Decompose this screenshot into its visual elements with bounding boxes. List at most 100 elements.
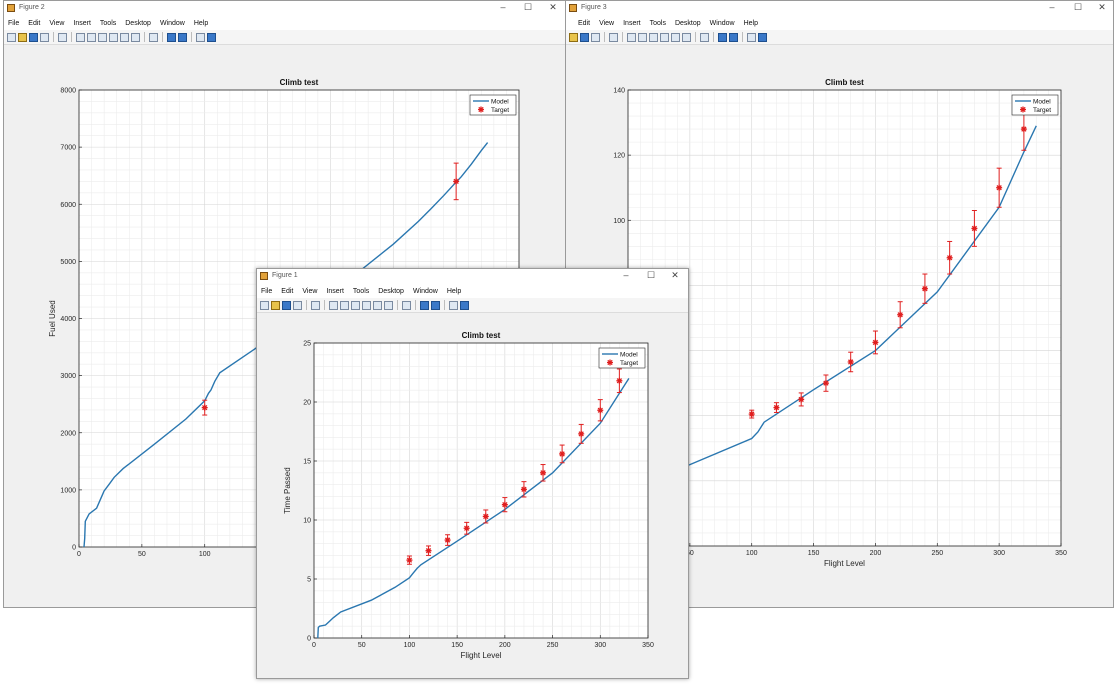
zoom-in-icon[interactable] xyxy=(329,300,338,310)
legend-icon[interactable] xyxy=(178,32,187,42)
colorbar-icon[interactable] xyxy=(420,300,429,310)
menu-tools[interactable]: Tools xyxy=(353,288,369,295)
minimize-icon[interactable]: – xyxy=(614,270,638,280)
rotate-icon[interactable] xyxy=(109,32,118,42)
show-plot-tools-icon[interactable] xyxy=(207,32,216,42)
menu-help[interactable]: Help xyxy=(194,20,208,27)
zoom-out-icon[interactable] xyxy=(340,300,349,310)
hide-plot-tools-icon[interactable] xyxy=(449,300,458,310)
close-icon[interactable]: ✕ xyxy=(663,270,687,281)
link-plot-icon[interactable] xyxy=(149,32,158,42)
colorbar-icon[interactable] xyxy=(718,32,727,42)
menu-insert[interactable]: Insert xyxy=(326,288,344,295)
data-cursor-icon[interactable] xyxy=(671,32,680,42)
menu-desktop[interactable]: Desktop xyxy=(378,288,404,295)
save-icon[interactable] xyxy=(282,300,291,310)
zoom-in-icon[interactable] xyxy=(627,32,636,42)
y-tick-label: 3000 xyxy=(60,373,76,380)
print-icon[interactable] xyxy=(293,300,302,310)
y-tick-label: 1000 xyxy=(60,487,76,494)
toolbar-separator xyxy=(713,32,714,42)
menu-tools[interactable]: Tools xyxy=(650,20,666,27)
rotate-icon[interactable] xyxy=(660,32,669,42)
menu-file[interactable]: File xyxy=(261,288,272,295)
zoom-out-icon[interactable] xyxy=(638,32,647,42)
show-plot-tools-icon[interactable] xyxy=(460,300,469,310)
menu-view[interactable]: View xyxy=(302,288,317,295)
y-tick-label: 10 xyxy=(303,518,311,525)
minimize-icon[interactable]: – xyxy=(491,2,515,12)
pan-icon[interactable] xyxy=(351,300,360,310)
pan-icon[interactable] xyxy=(98,32,107,42)
minimize-icon[interactable]: – xyxy=(1040,2,1064,12)
pointer-icon[interactable] xyxy=(609,32,618,42)
maximize-icon[interactable]: ☐ xyxy=(516,2,540,13)
x-tick-label: 100 xyxy=(746,550,758,557)
menu-insert[interactable]: Insert xyxy=(623,20,641,27)
legend-target-label: Target xyxy=(1033,107,1051,114)
open-icon[interactable] xyxy=(18,32,27,42)
y-tick-label: 20 xyxy=(303,400,311,407)
menu-insert[interactable]: Insert xyxy=(73,20,91,27)
zoom-out-icon[interactable] xyxy=(87,32,96,42)
menu-edit[interactable]: Edit xyxy=(28,20,40,27)
new-figure-icon[interactable] xyxy=(260,300,269,310)
toolbar-separator xyxy=(444,300,445,310)
link-plot-icon[interactable] xyxy=(402,300,411,310)
menu-view[interactable]: View xyxy=(49,20,64,27)
hide-plot-tools-icon[interactable] xyxy=(196,32,205,42)
new-figure-icon[interactable] xyxy=(7,32,16,42)
brush-icon[interactable] xyxy=(384,300,393,310)
menu-view[interactable]: View xyxy=(599,20,614,27)
close-icon[interactable]: ✕ xyxy=(541,2,565,13)
x-axis-label: Flight Level xyxy=(461,651,502,660)
brush-icon[interactable] xyxy=(131,32,140,42)
open-icon[interactable] xyxy=(271,300,280,310)
save-icon[interactable] xyxy=(29,32,38,42)
x-tick-label: 200 xyxy=(499,642,511,649)
figure2-titlebar[interactable]: Figure 2 – ☐ ✕ xyxy=(4,1,565,17)
figure2-menubar: File Edit View Insert Tools Desktop Wind… xyxy=(4,17,565,30)
maximize-icon[interactable]: ☐ xyxy=(639,270,663,281)
toolbar-separator xyxy=(71,32,72,42)
menu-edit[interactable]: Edit xyxy=(281,288,293,295)
brush-icon[interactable] xyxy=(682,32,691,42)
close-icon[interactable]: ✕ xyxy=(1090,2,1113,13)
toolbar-separator xyxy=(742,32,743,42)
pointer-icon[interactable] xyxy=(58,32,67,42)
save-icon[interactable] xyxy=(580,32,589,42)
show-plot-tools-icon[interactable] xyxy=(758,32,767,42)
open-icon[interactable] xyxy=(569,32,578,42)
rotate-icon[interactable] xyxy=(362,300,371,310)
pan-icon[interactable] xyxy=(649,32,658,42)
menu-file[interactable]: File xyxy=(8,20,19,27)
zoom-in-icon[interactable] xyxy=(76,32,85,42)
colorbar-icon[interactable] xyxy=(167,32,176,42)
figure3-titlebar[interactable]: Figure 3 – ☐ ✕ xyxy=(566,1,1113,17)
menu-help[interactable]: Help xyxy=(744,20,758,27)
hide-plot-tools-icon[interactable] xyxy=(747,32,756,42)
menu-window[interactable]: Window xyxy=(413,288,438,295)
chart-title: Climb test xyxy=(462,331,501,340)
pointer-icon[interactable] xyxy=(311,300,320,310)
x-tick-label: 350 xyxy=(642,642,654,649)
y-tick-label: 0 xyxy=(307,636,311,643)
legend-icon[interactable] xyxy=(431,300,440,310)
menu-desktop[interactable]: Desktop xyxy=(675,20,701,27)
maximize-icon[interactable]: ☐ xyxy=(1066,2,1090,13)
print-icon[interactable] xyxy=(40,32,49,42)
menu-help[interactable]: Help xyxy=(447,288,461,295)
legend-icon[interactable] xyxy=(729,32,738,42)
menu-window[interactable]: Window xyxy=(710,20,735,27)
link-plot-icon[interactable] xyxy=(700,32,709,42)
menu-edit[interactable]: Edit xyxy=(578,20,590,27)
figure1-titlebar[interactable]: Figure 1 – ☐ ✕ xyxy=(257,269,688,285)
x-tick-label: 100 xyxy=(404,642,416,649)
menu-desktop[interactable]: Desktop xyxy=(125,20,151,27)
data-cursor-icon[interactable] xyxy=(373,300,382,310)
y-tick-label: 140 xyxy=(613,88,625,95)
menu-tools[interactable]: Tools xyxy=(100,20,116,27)
menu-window[interactable]: Window xyxy=(160,20,185,27)
print-icon[interactable] xyxy=(591,32,600,42)
data-cursor-icon[interactable] xyxy=(120,32,129,42)
